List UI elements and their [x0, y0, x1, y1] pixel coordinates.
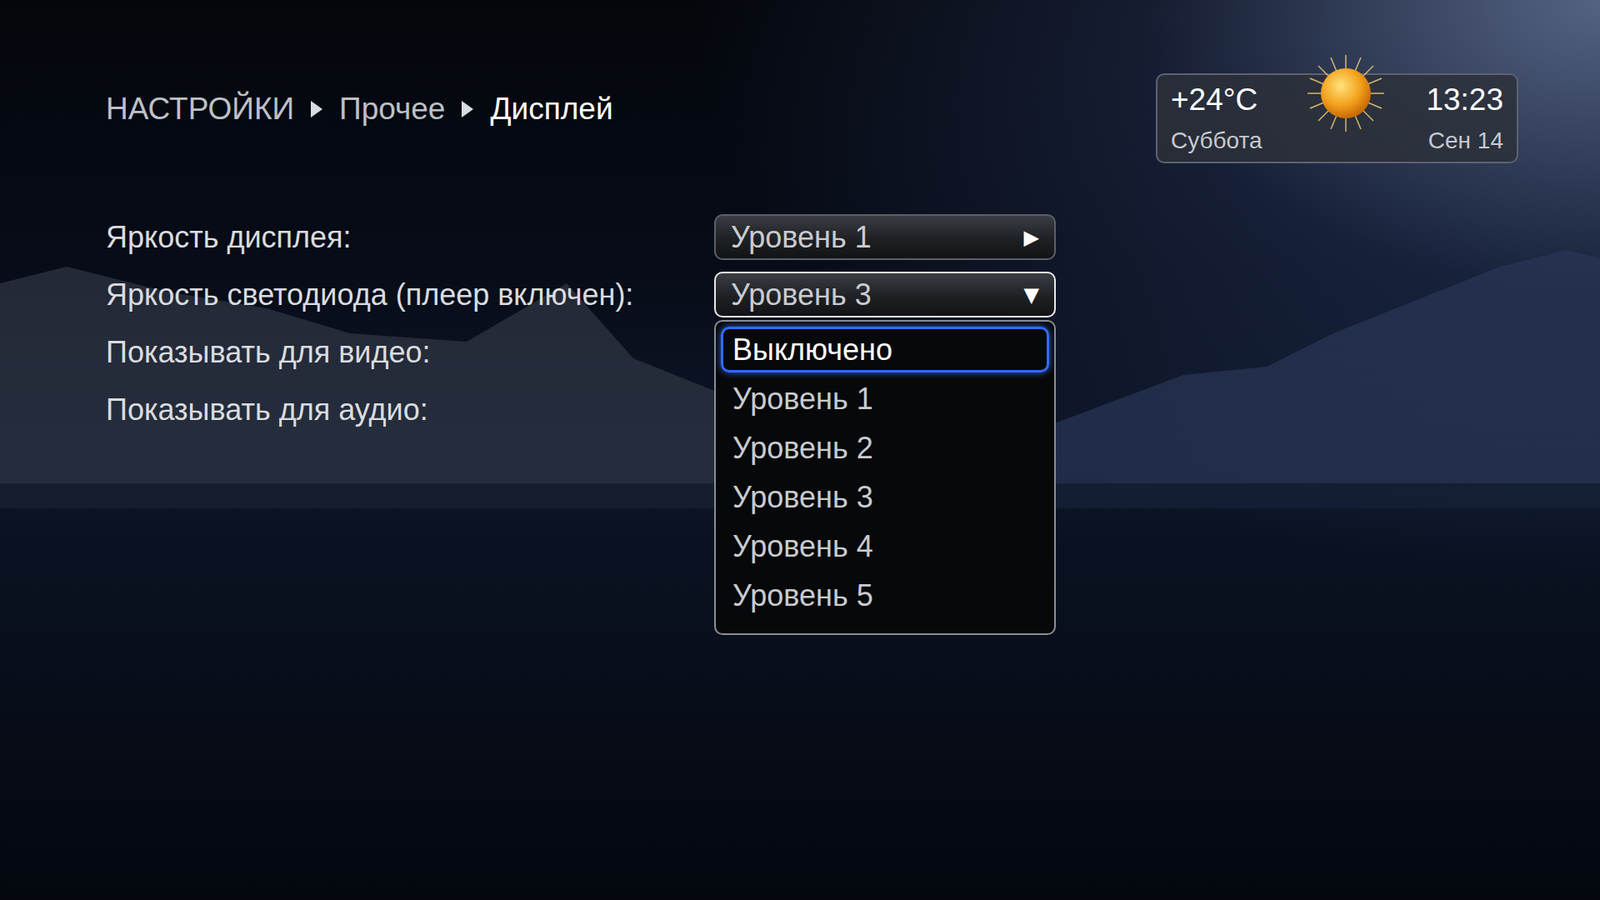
dropdown-option-label: Уровень 2 [732, 430, 874, 467]
dropdown-option[interactable]: Уровень 1 [720, 375, 1050, 422]
breadcrumb-separator-icon [310, 100, 323, 118]
settings-list: Яркость дисплея: Уровень 1 ▶ Яркость светод… [0, 208, 1600, 439]
dropdown-option[interactable]: Уровень 2 [720, 425, 1050, 471]
setting-row[interactable]: Яркость светодиода (плеер включен):Урове… [105, 265, 1600, 324]
header: НАСТРОЙКИ Прочее Дисплей +24°C 13:23 Суббота… [0, 0, 1600, 164]
dropdown-option[interactable]: Уровень 4 [720, 523, 1050, 570]
setting-value: Уровень 3 [730, 276, 872, 314]
moon-icon [293, 35, 354, 95]
setting-row[interactable]: Яркость дисплея: Уровень 1 ▶ [105, 208, 1600, 266]
setting-value-wrap: Уровень 3▼ВыключеноУровень 1Уровень 2Уро… [714, 271, 1056, 318]
breadcrumb: НАСТРОЙКИ Прочее Дисплей [105, 90, 614, 129]
setting-arrow-icon: ▼ [1024, 282, 1040, 308]
clock-time: 13:23 [1425, 80, 1504, 120]
breadcrumb-separator-icon [461, 100, 474, 118]
breadcrumb-item: Прочее [339, 90, 445, 129]
dropdown-option[interactable]: Уровень 3 [720, 474, 1050, 520]
breadcrumb-item: НАСТРОЙКИ [105, 90, 295, 129]
date: Сен 14 [1428, 125, 1504, 157]
dropdown-option-label: Уровень 5 [732, 577, 874, 615]
setting-value-box[interactable]: Уровень 3 ▼ [714, 271, 1056, 318]
screen: НАСТРОЙКИ Прочее Дисплей +24°C 13:23 Суббота… [0, 0, 1600, 900]
setting-label: Яркость светодиода (плеер включен): [105, 276, 715, 314]
breadcrumb-item: Дисплей [490, 90, 613, 129]
dropdown-list: Выключено Уровень 1 Уровень 2 Уровень 3 Уров… [714, 320, 1056, 635]
weekday: Суббота [1170, 125, 1263, 157]
dropdown-option-label: Уровень 1 [732, 380, 874, 418]
setting-value: Уровень 1 [730, 219, 872, 256]
dropdown-option-label: Выключено [732, 331, 893, 369]
dropdown-option-label: Уровень 3 [732, 479, 874, 516]
dropdown-option[interactable]: Уровень 5 [720, 572, 1050, 619]
weather-bottom-row: Суббота Сен 14 [1170, 125, 1504, 157]
setting-arrow-icon: ▶ [1024, 225, 1040, 250]
setting-label: Показывать для аудио: [105, 391, 715, 429]
temperature: +24°C [1170, 80, 1258, 120]
weather-widget: +24°C 13:23 Суббота Сен 14 [1155, 73, 1519, 164]
weather-top-row: +24°C 13:23 [1170, 80, 1504, 120]
setting-label: Показывать для видео: [105, 334, 715, 371]
setting-label: Яркость дисплея: [105, 219, 715, 256]
sun-icon [1305, 53, 1386, 134]
setting-value-wrap: Уровень 1 ▶ [714, 214, 1056, 260]
dropdown-option[interactable]: Выключено [720, 326, 1050, 373]
setting-value-box[interactable]: Уровень 1 ▶ [714, 214, 1056, 260]
dropdown-option-label: Уровень 4 [732, 528, 874, 565]
